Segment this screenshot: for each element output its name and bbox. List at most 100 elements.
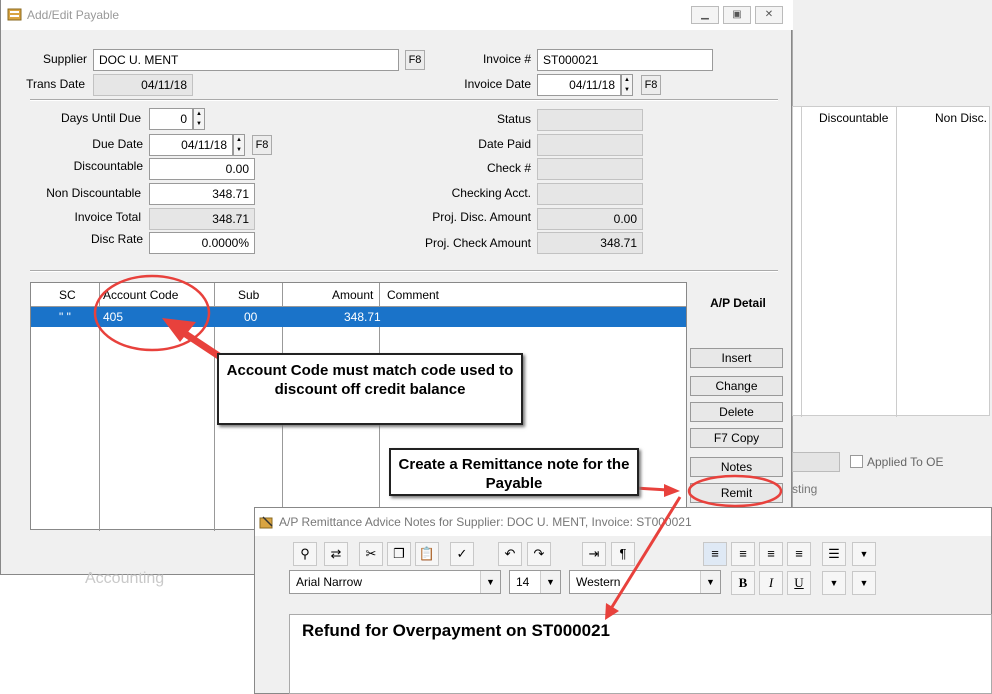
status-label: Status [496,112,531,126]
delete-button[interactable]: Delete [690,402,783,422]
due-date-spinner[interactable]: ▲ ▼ [233,134,245,156]
redo-icon[interactable]: ↷ [527,542,551,566]
checking-acct-label: Checking Acct. [451,186,531,200]
due-date-input[interactable]: 04/11/18 [149,134,233,156]
f7-copy-button[interactable]: F7 Copy [690,428,783,448]
invoice-input[interactable]: ST000021 [537,49,713,71]
align-left-icon[interactable]: ≡ [703,542,727,566]
invoice-date-input[interactable]: 04/11/18 [537,74,621,96]
cell-sub: 00 [244,310,258,324]
proj-check-amount-field: 348.71 [537,232,643,254]
font-family-select[interactable]: Arial Narrow ▼ [289,570,501,594]
remit-window-title: A/P Remittance Advice Notes for Supplier… [279,515,692,529]
col-account-code-header[interactable]: Account Code [103,283,178,307]
remit-title-bar: A/P Remittance Advice Notes for Supplier… [255,508,991,536]
remittance-note-text: Refund for Overpayment on ST000021 [302,621,610,640]
col-comment-header[interactable]: Comment [387,283,439,307]
discountable-input[interactable]: 0.00 [149,158,255,180]
align-center-icon[interactable]: ≡ [731,542,755,566]
script-select[interactable]: Western ▼ [569,570,721,594]
days-until-due-input[interactable]: 0 [149,108,193,130]
highlight-dropdown-icon[interactable]: ▼ [852,571,876,595]
disc-rate-input[interactable]: 0.0000% [149,232,255,254]
app-icon [259,516,273,529]
supplier-lookup-button[interactable]: F8 [405,50,425,70]
proj-disc-amount-field: 0.00 [537,208,643,230]
indent-icon[interactable]: ⇥ [582,542,606,566]
close-button[interactable]: ✕ [755,6,783,24]
cell-account-code: 405 [103,310,124,324]
paragraph-icon[interactable]: ¶ [611,542,635,566]
app-icon [7,8,22,21]
supplier-label: Supplier [42,52,87,66]
invoice-label: Invoice # [482,52,531,66]
remit-button[interactable]: Remit [690,483,783,503]
change-button[interactable]: Change [690,376,783,396]
days-until-due-label: Days Until Due [60,111,141,125]
justify-icon[interactable]: ≡ [787,542,811,566]
maximize-button[interactable]: ▣ [723,6,751,24]
trans-date-label: Trans Date [26,77,85,91]
undo-icon[interactable]: ↶ [498,542,522,566]
paste-icon[interactable]: 📋 [415,542,439,566]
cut-icon[interactable]: ✂ [359,542,383,566]
col-non-disc-header: Non Disc. [935,111,988,125]
italic-button[interactable]: I [759,571,783,595]
col-sub-header[interactable]: Sub [238,283,259,307]
date-paid-label: Date Paid [478,137,531,151]
title-bar: Add/Edit Payable ▁ ▣ ✕ [1,0,793,30]
applied-to-oe-checkbox[interactable] [850,455,863,468]
invoice-date-label: Invoice Date [464,77,531,91]
font-size-select[interactable]: 14 ▼ [509,570,561,594]
ap-detail-title: A/P Detail [710,296,766,310]
divider [30,99,778,101]
divider [30,270,778,272]
background-field [792,452,840,472]
align-right-icon[interactable]: ≡ [759,542,783,566]
posting-label: sting [792,482,818,496]
notes-button[interactable]: Notes [690,457,783,477]
applied-to-oe-label: Applied To OE [867,455,944,469]
cell-sc: " " [59,310,71,324]
list-dropdown-icon[interactable]: ▼ [852,542,876,566]
supplier-input[interactable]: DOC U. MENT [93,49,399,71]
spellcheck-icon[interactable]: ✓ [450,542,474,566]
invoice-date-spinner[interactable]: ▲ ▼ [621,74,633,96]
color-dropdown-icon[interactable]: ▼ [822,571,846,595]
remittance-callout: Create a Remittance note for the Payable [389,448,639,496]
col-sc-header[interactable]: SC [59,283,76,307]
check-number-label: Check # [486,161,531,175]
copy-icon[interactable]: ❐ [387,542,411,566]
non-discountable-label: Non Discountable [46,186,141,200]
status-field [537,109,643,131]
table-row[interactable]: " " 405 00 348.71 [31,307,686,327]
invoice-date-lookup-button[interactable]: F8 [641,75,661,95]
cell-amount: 348.71 [344,310,381,324]
replace-icon[interactable]: ⇄ [324,542,348,566]
non-discountable-input[interactable]: 348.71 [149,183,255,205]
col-amount-header[interactable]: Amount [332,283,373,307]
rbms-accounting-logo: Accounting [85,570,165,587]
background-grid: Discountable Non Disc. [792,106,990,417]
due-date-label: Due Date [92,137,143,151]
find-icon[interactable]: ⚲ [293,542,317,566]
window-title: Add/Edit Payable [27,8,120,22]
remittance-note-editor[interactable]: Refund for Overpayment on ST000021 [289,614,992,694]
underline-button[interactable]: U [787,571,811,595]
proj-check-amount-label: Proj. Check Amount [424,236,531,250]
bold-button[interactable]: B [731,571,755,595]
invoice-total-field: 348.71 [149,208,255,230]
date-paid-field [537,134,643,156]
bullet-list-icon[interactable]: ☰ [822,542,846,566]
proj-disc-amount-label: Proj. Disc. Amount [432,210,531,224]
days-until-due-spinner[interactable]: ▲ ▼ [193,108,205,130]
col-discountable-header: Discountable [819,111,889,125]
trans-date-field: 04/11/18 [93,74,193,96]
check-number-field [537,158,643,180]
minimize-button[interactable]: ▁ [691,6,719,24]
insert-button[interactable]: Insert [690,348,783,368]
invoice-total-label: Invoice Total [74,210,142,224]
due-date-lookup-button[interactable]: F8 [252,135,272,155]
discountable-label: Discountable [73,159,143,173]
disc-rate-label: Disc Rate [90,232,143,246]
